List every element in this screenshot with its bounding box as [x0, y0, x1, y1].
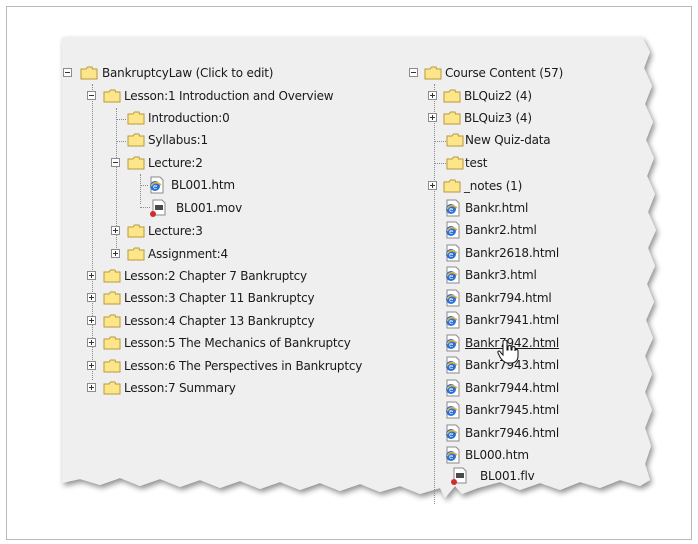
- folder-icon: [443, 89, 461, 103]
- svg-text:e: e: [449, 206, 453, 214]
- svg-text:e: e: [449, 251, 453, 259]
- folder-icon: [103, 359, 121, 373]
- folder-icon: [446, 156, 464, 170]
- svg-text:e: e: [449, 386, 453, 394]
- folder-icon: [103, 291, 121, 305]
- tree-node-label: _notes (1): [464, 179, 523, 193]
- html-page-icon: e: [446, 356, 460, 374]
- tree-node-label: BL000.htm: [465, 448, 529, 462]
- folder-icon: [103, 314, 121, 328]
- collapse-toggle-icon[interactable]: [111, 158, 120, 167]
- tree-node-label: Lesson:6 The Perspectives in Bankruptcy: [124, 359, 363, 373]
- svg-text:e: e: [153, 183, 157, 191]
- tree-node-label: Lesson:2 Chapter 7 Bankruptcy: [124, 269, 307, 283]
- html-page-icon: e: [446, 334, 460, 352]
- tree-node-label: Bankr7945.html: [465, 403, 559, 417]
- tree-node-label: BL001.flv: [480, 469, 535, 483]
- tree-node-label: Bankr2.html: [465, 223, 537, 237]
- tree-node-label: Course Content (57): [445, 66, 564, 80]
- expand-toggle-icon[interactable]: [428, 91, 437, 100]
- svg-text:e: e: [449, 228, 453, 236]
- svg-text:e: e: [449, 341, 453, 349]
- folder-icon: [103, 336, 121, 350]
- folder-icon: [127, 156, 145, 170]
- svg-text:e: e: [449, 318, 453, 326]
- html-page-icon: e: [446, 446, 460, 464]
- collapse-toggle-icon[interactable]: [87, 91, 96, 100]
- html-page-icon: e: [150, 176, 164, 194]
- tree-node-label: Lesson:5 The Mechanics of Bankruptcy: [124, 336, 351, 350]
- video-file-icon: [451, 467, 467, 485]
- svg-text:e: e: [449, 408, 453, 416]
- video-file-icon: [150, 199, 166, 217]
- svg-text:e: e: [449, 296, 453, 304]
- folder-icon: [103, 89, 121, 103]
- hand-cursor-icon: [497, 340, 519, 364]
- tree-node-label: New Quiz-data: [465, 133, 551, 147]
- html-page-icon: e: [446, 311, 460, 329]
- expand-toggle-icon[interactable]: [111, 249, 120, 258]
- html-page-icon: e: [446, 289, 460, 307]
- html-page-icon: e: [446, 379, 460, 397]
- tree-node-label: Lecture:2: [148, 156, 203, 170]
- tree-node-label: Bankr.html: [465, 201, 529, 215]
- expand-toggle-icon[interactable]: [428, 113, 437, 122]
- tree-node-label: Bankr3.html: [465, 268, 537, 282]
- tree-node-label: Lesson:4 Chapter 13 Bankruptcy: [124, 314, 315, 328]
- html-page-icon: e: [446, 424, 460, 442]
- tree-node-label: Bankr7941.html: [465, 313, 559, 327]
- collapse-toggle-icon[interactable]: [409, 68, 418, 77]
- expand-toggle-icon[interactable]: [87, 293, 96, 302]
- tree-node-label: Lesson:1 Introduction and Overview: [124, 89, 334, 103]
- tree-node-label: BLQuiz3 (4): [464, 111, 532, 125]
- svg-text:e: e: [449, 431, 453, 439]
- svg-text:e: e: [449, 453, 453, 461]
- folder-icon: [127, 224, 145, 238]
- folder-icon: [103, 381, 121, 395]
- tree-node-label: Bankr7946.html: [465, 426, 559, 440]
- tree-node-label: Lesson:7 Summary: [124, 381, 236, 395]
- folder-icon: [80, 66, 98, 80]
- svg-text:e: e: [449, 363, 453, 371]
- expand-toggle-icon[interactable]: [87, 271, 96, 280]
- expand-toggle-icon[interactable]: [87, 361, 96, 370]
- svg-text:e: e: [449, 273, 453, 281]
- folder-icon: [127, 247, 145, 261]
- expand-toggle-icon[interactable]: [87, 338, 96, 347]
- expand-toggle-icon[interactable]: [87, 316, 96, 325]
- tree-node-label: BLQuiz2 (4): [464, 89, 532, 103]
- folder-icon: [127, 111, 145, 125]
- tree-node-label: Bankr794.html: [465, 291, 552, 305]
- tree-node-label: Syllabus:1: [148, 133, 208, 147]
- html-page-icon: e: [446, 221, 460, 239]
- tree-node-label: Bankr2618.html: [465, 246, 559, 260]
- folder-icon: [103, 269, 121, 283]
- tree-node-label: Lecture:3: [148, 224, 203, 238]
- tree-node-label: Assignment:4: [148, 247, 228, 261]
- tree-node-label: BankruptcyLaw (Click to edit): [102, 66, 274, 80]
- expand-toggle-icon[interactable]: [87, 383, 96, 392]
- tree-node-label: Lesson:3 Chapter 11 Bankruptcy: [124, 291, 315, 305]
- html-page-icon: e: [446, 266, 460, 284]
- tree-node-label: BL001.htm: [171, 178, 235, 192]
- folder-icon: [127, 133, 145, 147]
- tree-node-label: Introduction:0: [148, 111, 230, 125]
- collapse-toggle-icon[interactable]: [63, 68, 72, 77]
- expand-toggle-icon[interactable]: [428, 181, 437, 190]
- html-page-icon: e: [446, 244, 460, 262]
- folder-icon: [446, 133, 464, 147]
- html-page-icon: e: [446, 401, 460, 419]
- expand-toggle-icon[interactable]: [111, 226, 120, 235]
- tree-node-label: BL001.mov: [176, 201, 242, 215]
- tree-node-label: test: [465, 156, 488, 170]
- folder-icon: [443, 179, 461, 193]
- tree-node-label: Bankr7944.html: [465, 381, 559, 395]
- folder-icon: [443, 111, 461, 125]
- html-page-icon: e: [446, 199, 460, 217]
- folder-icon: [424, 66, 442, 80]
